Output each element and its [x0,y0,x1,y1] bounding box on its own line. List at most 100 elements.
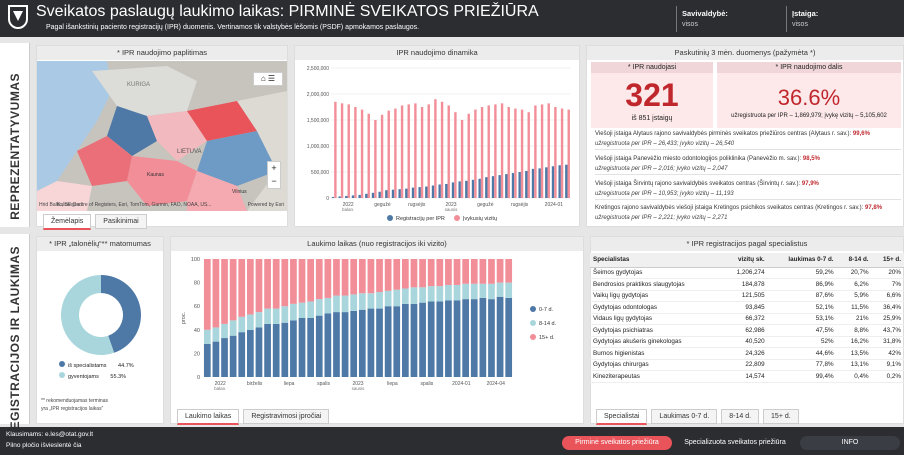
stacked-bar-0-7-d- [358,309,366,377]
bar-visits [560,108,564,198]
bar-visits [440,101,444,198]
institution-label: Įstaiga: [792,9,819,18]
stacked-bar-15-d- [376,259,383,293]
col-visits[interactable]: vizitų sk. [721,253,768,268]
bar-visits [514,108,517,198]
x-tick-label: spalis [420,381,433,387]
bar-visits [380,114,384,198]
specialist-table: Specialistas vizitų sk. laukimas 0-7 d. … [590,253,904,383]
cell-value: 14,574 [721,370,768,383]
stacked-bar-0-7-d- [238,332,246,377]
bar-visits [480,107,484,198]
cell-value: 66,372 [721,313,768,325]
cell-specialist: Šeimos gydytojas [590,267,722,279]
stacked-bar-15-d- [272,259,280,309]
ipr-share-card: * IPR naudojimo dalis 36.6% užregistruot… [717,62,901,128]
ipr-users-of: iš 851 įstaigų [631,115,673,122]
stacked-bar-15-d- [238,259,246,317]
cell-value: 5,9% [836,290,872,302]
bar-visits [407,104,410,198]
cell-value: 99,4% [767,370,837,383]
table-row[interactable]: Burnos higienistas 24,326 44,6% 13,5% 42% [590,347,904,360]
stacked-bar-0-7-d- [427,301,435,377]
stacked-bar-15-d- [350,259,358,295]
tab-specialists[interactable]: Specialistai [596,409,648,425]
col-specialist[interactable]: Specialistas [590,253,722,268]
col-wait-15[interactable]: 15+ d. [871,253,904,268]
municipality-filter[interactable]: visos [682,21,698,28]
stacked-bar-0-7-d- [384,306,392,377]
bar-visits [520,109,524,198]
zoom-out-button[interactable]: − [268,175,280,188]
stacked-bar-15-d- [419,259,426,288]
ipr-users-title: * IPR naudojasi [591,62,713,73]
info-button[interactable]: INFO [800,436,900,450]
y-tick-label: 100 [191,257,200,263]
tab-wait-15[interactable]: 15+ d. [763,409,799,424]
bar-registered [465,180,468,198]
table-row[interactable]: Vaikų ligų gydytojas 121,505 87,6% 5,9% 6,6% [590,290,904,302]
bar-registered [451,182,455,198]
cell-value: 0,4% [836,370,872,383]
col-wait-8-14[interactable]: 8-14 d. [836,253,872,268]
zoom-in-button[interactable]: + [268,162,280,175]
institution-filter[interactable]: visos [792,21,808,28]
tab-wait-8-14[interactable]: 8-14 d. [721,409,760,424]
x-tick-label: 2024-04 [487,381,506,387]
table-row[interactable]: Gydytojas chirurgas 22,809 77,8% 13,1% 9,1% [590,359,904,371]
bar-visits [360,109,364,198]
table-row[interactable]: Vidaus ligų gydytojas 66,372 53,1% 21% 25,9% [590,313,904,325]
legend-label: 0-7 d. [539,307,554,313]
bar-registered [491,176,495,198]
table-row[interactable]: Gydytojas psichiatras 62,986 47,5% 8,8% 43,7… [590,324,904,337]
tab-exceptions[interactable]: Pasikinimai [95,214,147,229]
table-row[interactable]: Gydytojas odontologas 93,845 52,1% 11,5% 36,… [590,301,904,314]
col-wait-0-7[interactable]: laukimas 0-7 d. [767,253,837,268]
tab-map[interactable]: Žemėlapis [43,214,92,230]
coupon-footnote: ** rekomenduojamas terminas yra „IPR regi… [41,398,108,412]
stacked-bar-15-d- [453,259,461,285]
stacked-bar-0-7-d- [298,318,306,377]
header-divider [676,6,677,32]
table-row[interactable]: Gydytojas akušeris ginekologas 40,520 52% 1… [590,336,904,348]
cell-value: 13,5% [836,347,872,360]
stacked-bar-8-14-d- [212,327,220,342]
stacked-bar-8-14-d- [350,294,358,311]
cell-specialist: Gydytojas psichiatras [590,324,722,337]
stacked-bar-15-d- [479,259,487,284]
stacked-bar-8-14-d- [470,283,478,300]
stacked-bar-0-7-d- [307,318,314,377]
map-canvas[interactable]: KURIGA LIETUVA Kaunas Vilnius Kaliningra… [37,61,287,211]
table-row[interactable]: Šeimos gydytojas 1,206,274 59,2% 20,7% 20% [590,267,904,279]
contact-email[interactable]: Klausimams: e.les@otat.gov.lt [6,431,93,438]
tab-waiting[interactable]: Laukimo laikas [177,409,240,425]
stacked-bar-0-7-d- [324,313,332,377]
cell-value: 36,4% [871,301,904,314]
tab-wait-0-7[interactable]: Laukimas 0-7 d. [651,409,718,424]
stacked-bar-0-7-d- [315,315,323,377]
cell-value: 9,1% [871,359,904,371]
stacked-bar-0-7-d- [445,300,452,377]
x-tick-sublabel: balan. [214,386,226,391]
table-header: Specialistas vizitų sk. laukimas 0-7 d. … [590,253,904,268]
bar-visits [334,101,337,198]
stacked-bar-8-14-d- [402,288,409,304]
coupon-donut-chart [61,275,141,355]
stacked-bar-0-7-d- [203,343,211,377]
map-tabs: Žemėlapis Pasikinimai [43,210,151,230]
cell-value: 21% [836,313,872,325]
table-row[interactable]: Bendrosios praktikos slaugytojas 184,878 8… [590,278,904,291]
stacked-bar-0-7-d- [350,310,358,377]
map-tools[interactable]: ⌂ ☰ [253,72,283,86]
stacked-bar-0-7-d- [367,308,375,377]
stacked-bar-0-7-d- [402,303,409,377]
table-row[interactable]: Kineziterapeutas 14,574 99,4% 0,4% 0,2% [590,370,904,383]
y-tick-label: 60 [194,304,200,310]
tab-registration-habits[interactable]: Registravimosi įpročiai [243,409,330,424]
fullscreen-link[interactable]: Pilno pločio išvieslentė čia [6,442,82,449]
bar-registered [531,168,535,198]
primary-care-button[interactable]: Pirminė sveikatos priežiūra [562,436,672,450]
specialized-care-button[interactable]: Specializuota sveikatos priežiūra [680,436,790,450]
stacked-bar-0-7-d- [255,327,263,377]
stacked-bar-15-d- [255,259,263,313]
